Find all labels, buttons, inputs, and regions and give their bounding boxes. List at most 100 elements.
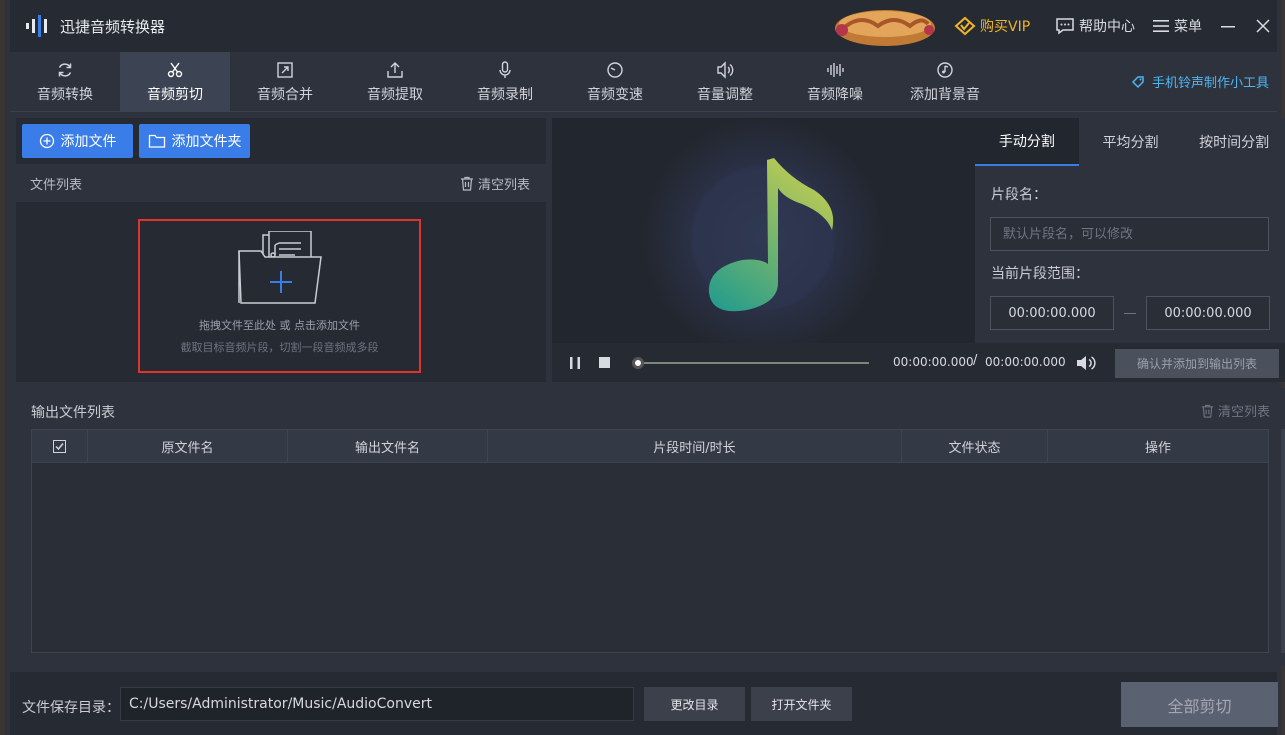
tool-label: 音频录制 [477, 86, 533, 103]
range-dash [1124, 313, 1136, 314]
cut-all-button[interactable]: 全部剪切 [1121, 682, 1278, 727]
tool-noise-reduction[interactable]: 音频降噪 [780, 52, 890, 112]
tool-audio-convert[interactable]: 音频转换 [10, 52, 120, 112]
save-path-field[interactable] [120, 687, 634, 721]
column-header-file-status: 文件状态 [902, 430, 1048, 462]
tool-label: 音频剪切 [147, 86, 203, 103]
tool-label: 音频变速 [587, 86, 643, 103]
tool-audio-extract[interactable]: 音频提取 [340, 52, 450, 112]
confirm-add-to-output-button[interactable]: 确认并添加到输出列表 [1115, 349, 1279, 378]
file-drop-zone[interactable]: 拖拽文件至此处 或 点击添加文件 截取目标音频片段，切割一段音频成多段 [138, 219, 421, 373]
hamburger-icon [1153, 20, 1169, 32]
waveform-icon [827, 62, 844, 77]
range-start-input[interactable]: 00:00:00.000 [990, 296, 1114, 330]
add-folder-button[interactable]: 添加文件夹 [139, 124, 250, 158]
file-list-panel: 添加文件 添加文件夹 文件列表 清空列表 拖拽文件至此处 或 点击添加文件 截取… [16, 118, 546, 382]
column-header-segment-time: 片段时间/时长 [488, 430, 902, 462]
drop-hint-secondary: 截取目标音频片段，切割一段音频成多段 [180, 341, 379, 354]
pause-icon[interactable] [568, 356, 582, 370]
upload-icon [387, 61, 403, 78]
select-all-checkbox[interactable] [32, 430, 88, 462]
column-header-output-name: 输出文件名 [288, 430, 488, 462]
change-directory-button[interactable]: 更改目录 [644, 687, 745, 721]
phone-tag-icon [1131, 75, 1144, 88]
help-center-label: 帮助中心 [1079, 19, 1135, 35]
add-file-label: 添加文件 [60, 134, 117, 150]
trash-icon [1201, 404, 1214, 418]
tool-audio-speed[interactable]: 音频变速 [560, 52, 670, 112]
range-end-input[interactable]: 00:00:00.000 [1146, 296, 1270, 330]
clear-list-button[interactable]: 清空列表 [460, 174, 530, 193]
progress-handle[interactable] [632, 357, 644, 369]
clear-list-label: 清空列表 [477, 177, 530, 193]
close-icon [1256, 19, 1270, 33]
progress-track[interactable] [634, 362, 869, 364]
folder-icon [148, 134, 165, 148]
volume-icon[interactable] [1076, 354, 1096, 372]
footer-bar: 文件保存目录： 更改目录 打开文件夹 全部剪切 [10, 672, 1278, 735]
split-mode-tabs: 手动分割 平均分割 按时间分割 [975, 118, 1285, 166]
feature-toolbar: 音频转换 音频剪切 音频合并 音频提取 音频录制 音频变速 音量调整 音频降噪 … [10, 52, 1277, 112]
merge-icon [277, 61, 293, 78]
checkbox-checked-icon [53, 439, 66, 453]
vip-diamond-icon [954, 16, 976, 36]
close-button[interactable] [1255, 14, 1275, 38]
chat-bubble-icon [1056, 18, 1074, 35]
tab-average-split[interactable]: 平均分割 [1079, 118, 1183, 166]
trash-icon [460, 176, 473, 191]
audio-player-preview [552, 118, 975, 343]
app-logo-icon [22, 12, 54, 40]
stop-icon[interactable] [599, 357, 610, 368]
table-header: 原文件名 输出文件名 片段时间/时长 文件状态 操作 [32, 430, 1268, 463]
app-window: 迅捷音频转换器 购买VIP 帮助中心 菜单 音频转换 音频剪切 音频合并 音频提… [0, 0, 1285, 735]
buy-vip-button[interactable]: 购买VIP [954, 14, 1030, 38]
segment-name-input[interactable] [990, 217, 1269, 251]
music-note-icon [552, 118, 975, 343]
column-header-source-name: 原文件名 [88, 430, 288, 462]
tool-audio-cut[interactable]: 音频剪切 [120, 52, 230, 112]
help-center-button[interactable]: 帮助中心 [1055, 14, 1135, 38]
ringtone-maker-link[interactable]: 手机铃声制作小工具 [1130, 72, 1269, 91]
tool-volume-adjust[interactable]: 音量调整 [670, 52, 780, 112]
minimize-button[interactable] [1220, 14, 1240, 38]
tool-label: 添加背景音 [910, 86, 980, 103]
tool-label: 音频合并 [257, 86, 313, 103]
folder-add-icon [237, 231, 322, 304]
file-list-title: 文件列表 [30, 177, 83, 193]
open-folder-button[interactable]: 打开文件夹 [751, 687, 852, 721]
time-separator: / [973, 353, 978, 368]
menu-button[interactable]: 菜单 [1152, 14, 1202, 38]
promo-bread-image[interactable] [832, 4, 938, 48]
refresh-icon [58, 62, 72, 77]
column-header-actions: 操作 [1144, 440, 1171, 456]
speed-dial-icon [607, 61, 623, 78]
tab-manual-split[interactable]: 手动分割 [975, 118, 1079, 166]
clear-output-list-label: 清空列表 [1217, 405, 1270, 420]
microphone-icon [499, 60, 511, 78]
ringtone-maker-label: 手机铃声制作小工具 [1151, 76, 1269, 91]
tool-label: 音频降噪 [807, 86, 863, 103]
segment-range-label: 当前片段范围： [991, 266, 1089, 282]
tool-add-background-music[interactable]: 添加背景音 [890, 52, 1000, 112]
tab-time-split[interactable]: 按时间分割 [1182, 118, 1285, 166]
tool-audio-record[interactable]: 音频录制 [450, 52, 560, 112]
add-folder-label: 添加文件夹 [171, 134, 242, 150]
file-list-header: 文件列表 清空列表 [16, 164, 546, 202]
buy-vip-label: 购买VIP [980, 19, 1031, 35]
current-time: 00:00:00.000 [893, 355, 974, 369]
player-controls: 00:00:00.000 / 00:00:00.000 确认并添加到输出列表 [552, 343, 1285, 382]
total-time: 00:00:00.000 [985, 355, 1066, 369]
segment-name-label: 片段名： [991, 187, 1047, 203]
tool-label: 音频提取 [367, 86, 423, 103]
music-disc-icon [937, 61, 953, 78]
clear-output-list-button[interactable]: 清空列表 [1201, 401, 1270, 420]
add-file-button[interactable]: 添加文件 [22, 124, 133, 158]
title-bar: 迅捷音频转换器 购买VIP 帮助中心 菜单 [10, 0, 1277, 52]
plus-circle-icon [39, 133, 54, 149]
minimize-icon [1221, 26, 1235, 28]
tool-audio-merge[interactable]: 音频合并 [230, 52, 340, 112]
tool-label: 音量调整 [697, 86, 753, 103]
vertical-scrollbar[interactable] [1281, 429, 1285, 653]
volume-icon [717, 60, 734, 79]
tool-label: 音频转换 [37, 86, 93, 103]
